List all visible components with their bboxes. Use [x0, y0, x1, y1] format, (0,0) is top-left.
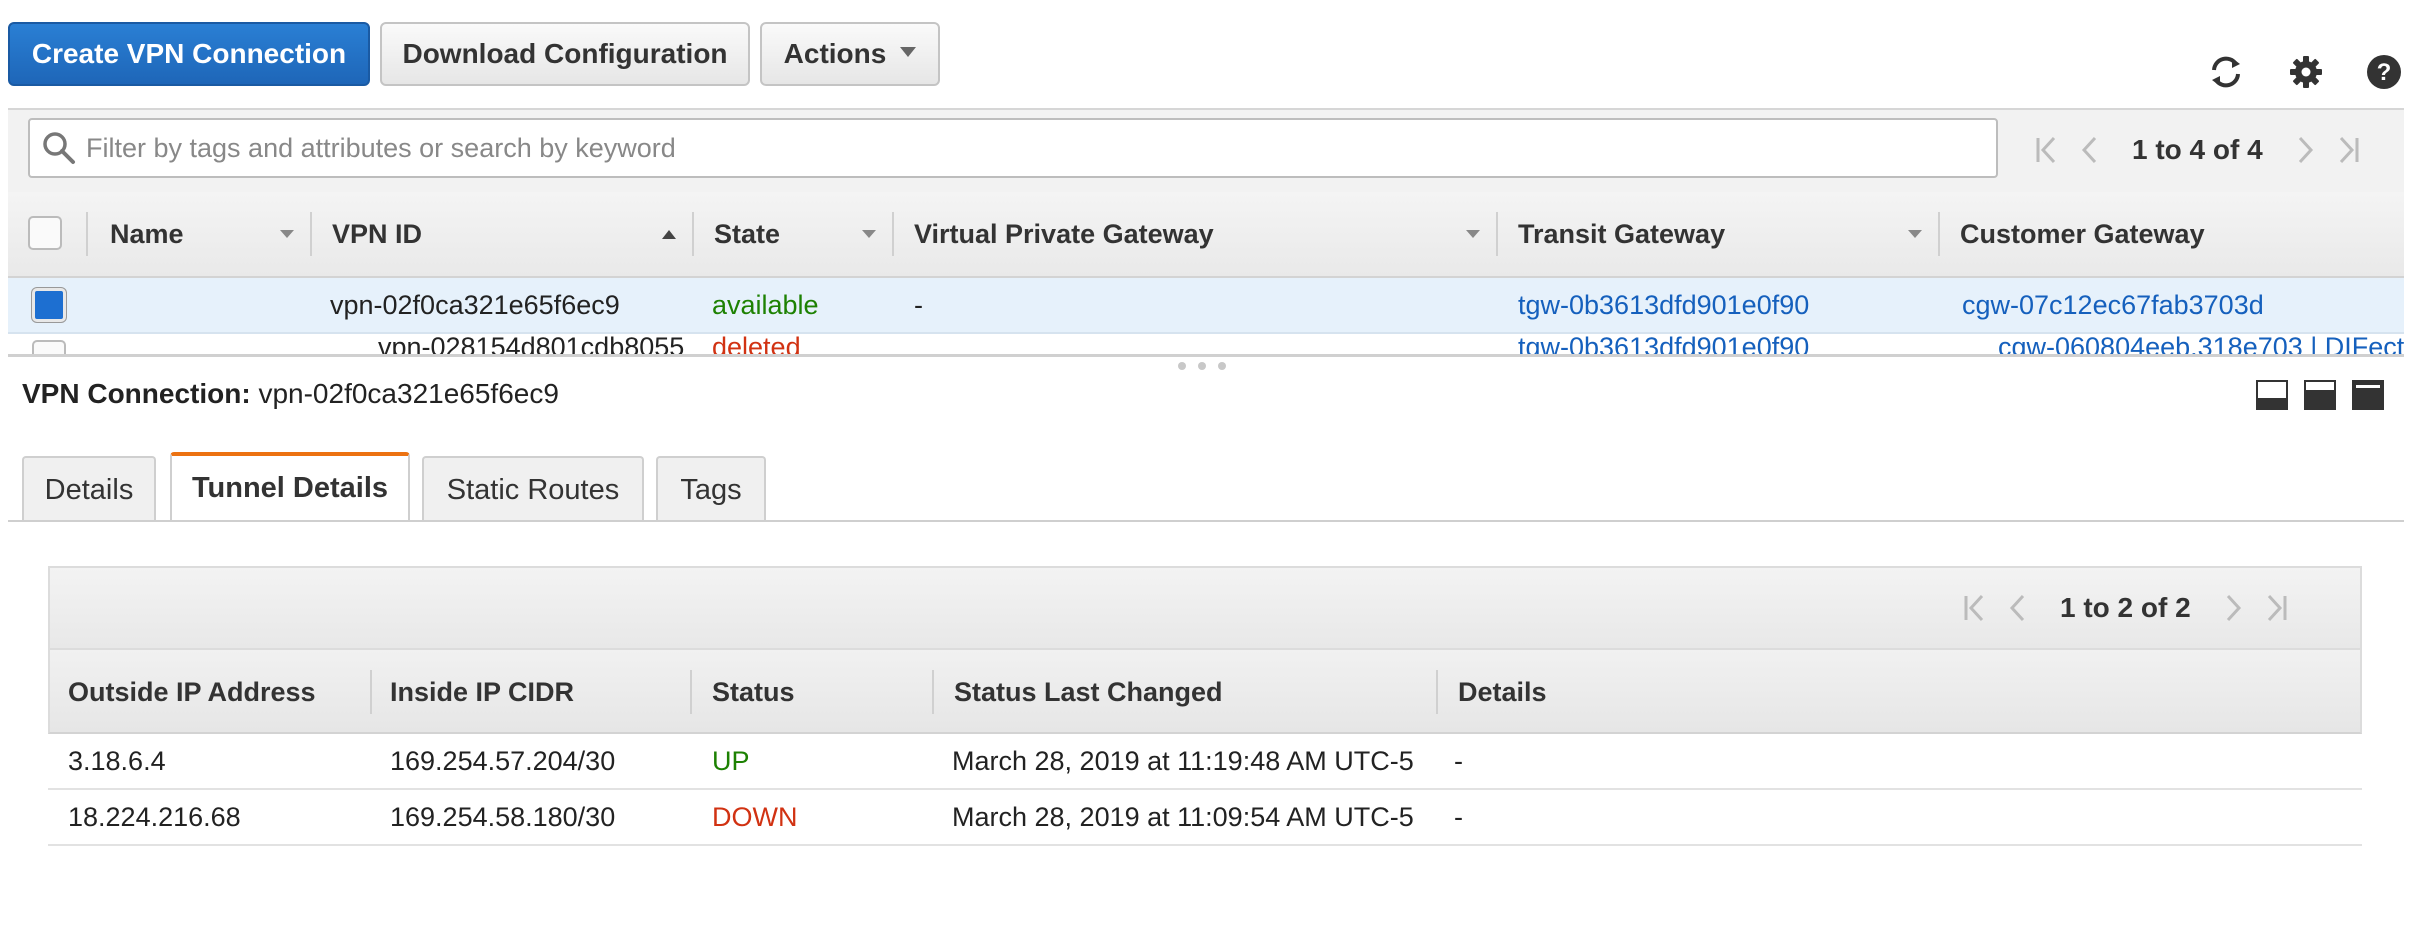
cell-vpn-id: vpn-028154d801cdb8055 [378, 334, 685, 354]
cell-details: - [1454, 801, 1463, 832]
sort-caret-icon[interactable] [862, 230, 876, 238]
column-header-name[interactable]: Name [110, 192, 184, 276]
row-checkbox[interactable] [32, 340, 66, 354]
tab-tunnel-details[interactable]: Tunnel Details [170, 452, 410, 520]
column-header-customer-gateway[interactable]: Customer Gateway [1960, 192, 2205, 276]
create-vpn-connection-button[interactable]: Create VPN Connection [8, 22, 370, 86]
actions-button-label: Actions [783, 38, 887, 69]
column-header-status[interactable]: Status [712, 650, 795, 734]
detail-title-label: VPN Connection: [22, 378, 251, 409]
help-icon[interactable]: ? [2364, 52, 2404, 92]
pane-size-small-icon[interactable] [2256, 380, 2288, 410]
column-header-details[interactable]: Details [1458, 650, 1547, 734]
tunnel-table-toolbar: 1 to 2 of 2 [48, 566, 2362, 650]
transit-gateway-link[interactable]: tgw-0b3613dfd901e0f90 [1518, 334, 1809, 354]
cell-status: DOWN [712, 801, 798, 832]
chevron-down-icon [900, 47, 917, 57]
table-row[interactable]: vpn-028154d801cdb8055 deleted tgw-0b3613… [8, 334, 2404, 354]
sort-ascending-icon[interactable] [662, 230, 676, 239]
first-page-icon[interactable] [1958, 588, 1992, 628]
vpn-table-header: Name VPN ID State Virtual Private Gatewa… [8, 192, 2404, 278]
tunnel-table-header: Outside IP Address Inside IP CIDR Status… [48, 650, 2362, 734]
tab-underline [8, 520, 2404, 522]
search-input[interactable] [84, 131, 1996, 165]
sort-caret-icon[interactable] [1466, 230, 1480, 238]
next-page-icon[interactable] [2217, 588, 2251, 628]
transit-gateway-link[interactable]: tgw-0b3613dfd901e0f90 [1518, 278, 1809, 332]
customer-gateway-link[interactable]: cgw-07c12ec67fab3703d [1962, 278, 2264, 332]
sort-caret-icon[interactable] [1908, 230, 1922, 238]
column-header-status-last-changed[interactable]: Status Last Changed [954, 650, 1223, 734]
filter-bar: 1 to 4 of 4 [8, 108, 2404, 194]
cell-virtual-private-gateway: - [914, 289, 923, 320]
column-header-outside-ip[interactable]: Outside IP Address [68, 650, 316, 734]
pane-splitter[interactable] [8, 354, 2404, 357]
tab-tags[interactable]: Tags [656, 456, 766, 522]
cell-status: UP [712, 745, 750, 776]
column-header-transit-gateway[interactable]: Transit Gateway [1518, 192, 1725, 276]
search-box[interactable] [28, 118, 1998, 178]
table-row: 3.18.6.4 169.254.57.204/30 UP March 28, … [48, 734, 2362, 790]
next-page-icon[interactable] [2289, 130, 2323, 170]
cell-inside-cidr: 169.254.57.204/30 [390, 745, 616, 776]
last-page-icon[interactable] [2259, 588, 2293, 628]
cell-state: deleted [712, 334, 801, 354]
cell-outside-ip: 18.224.216.68 [68, 801, 241, 832]
select-all-checkbox[interactable] [28, 216, 62, 250]
column-header-vpn-id[interactable]: VPN ID [332, 192, 422, 276]
cell-state: available [712, 289, 819, 320]
tab-details[interactable]: Details [22, 456, 156, 522]
column-header-state[interactable]: State [714, 192, 780, 276]
pagination-text: 1 to 2 of 2 [2060, 592, 2191, 623]
refresh-icon[interactable] [2206, 52, 2246, 92]
pagination-text: 1 to 4 of 4 [2132, 134, 2263, 165]
download-button-label: Download Configuration [402, 38, 728, 69]
cell-vpn-id: vpn-02f0ca321e65f6ec9 [330, 289, 620, 320]
previous-page-icon[interactable] [2072, 130, 2106, 170]
cell-details: - [1454, 745, 1463, 776]
tunnel-pagination: 1 to 2 of 2 [1954, 588, 2297, 628]
splitter-grip[interactable] [1218, 362, 1226, 370]
row-checkbox[interactable] [32, 288, 66, 322]
pane-size-medium-icon[interactable] [2304, 380, 2336, 410]
tab-static-routes[interactable]: Static Routes [422, 456, 644, 522]
splitter-grip[interactable] [1198, 362, 1206, 370]
cell-outside-ip: 3.18.6.4 [68, 745, 166, 776]
svg-text:?: ? [2377, 59, 2392, 86]
cell-status-last-changed: March 28, 2019 at 11:19:48 AM UTC-5 [952, 745, 1414, 776]
detail-title: VPN Connection: vpn-02f0ca321e65f6ec9 [22, 378, 559, 410]
splitter-grip[interactable] [1178, 362, 1186, 370]
cell-status-last-changed: March 28, 2019 at 11:09:54 AM UTC-5 [952, 801, 1414, 832]
cell-inside-cidr: 169.254.58.180/30 [390, 801, 616, 832]
actions-dropdown-button[interactable]: Actions [760, 22, 940, 86]
main-pagination: 1 to 4 of 4 [2026, 130, 2369, 170]
create-button-label: Create VPN Connection [31, 38, 347, 69]
pane-size-large-icon[interactable] [2352, 380, 2384, 410]
download-configuration-button[interactable]: Download Configuration [380, 22, 750, 86]
first-page-icon[interactable] [2030, 130, 2064, 170]
search-icon [42, 131, 76, 165]
table-row[interactable]: vpn-02f0ca321e65f6ec9 available - tgw-0b… [8, 278, 2404, 334]
sort-caret-icon[interactable] [280, 230, 294, 238]
table-row: 18.224.216.68 169.254.58.180/30 DOWN Mar… [48, 790, 2362, 846]
column-header-virtual-private-gateway[interactable]: Virtual Private Gateway [914, 192, 1214, 276]
customer-gateway-link[interactable]: cgw-060804eeb.318e703 | DIFect3 [1998, 334, 2404, 354]
last-page-icon[interactable] [2331, 130, 2365, 170]
gear-icon[interactable] [2286, 52, 2326, 92]
previous-page-icon[interactable] [2000, 588, 2034, 628]
column-header-inside-cidr[interactable]: Inside IP CIDR [390, 650, 574, 734]
detail-title-value: vpn-02f0ca321e65f6ec9 [258, 378, 559, 409]
